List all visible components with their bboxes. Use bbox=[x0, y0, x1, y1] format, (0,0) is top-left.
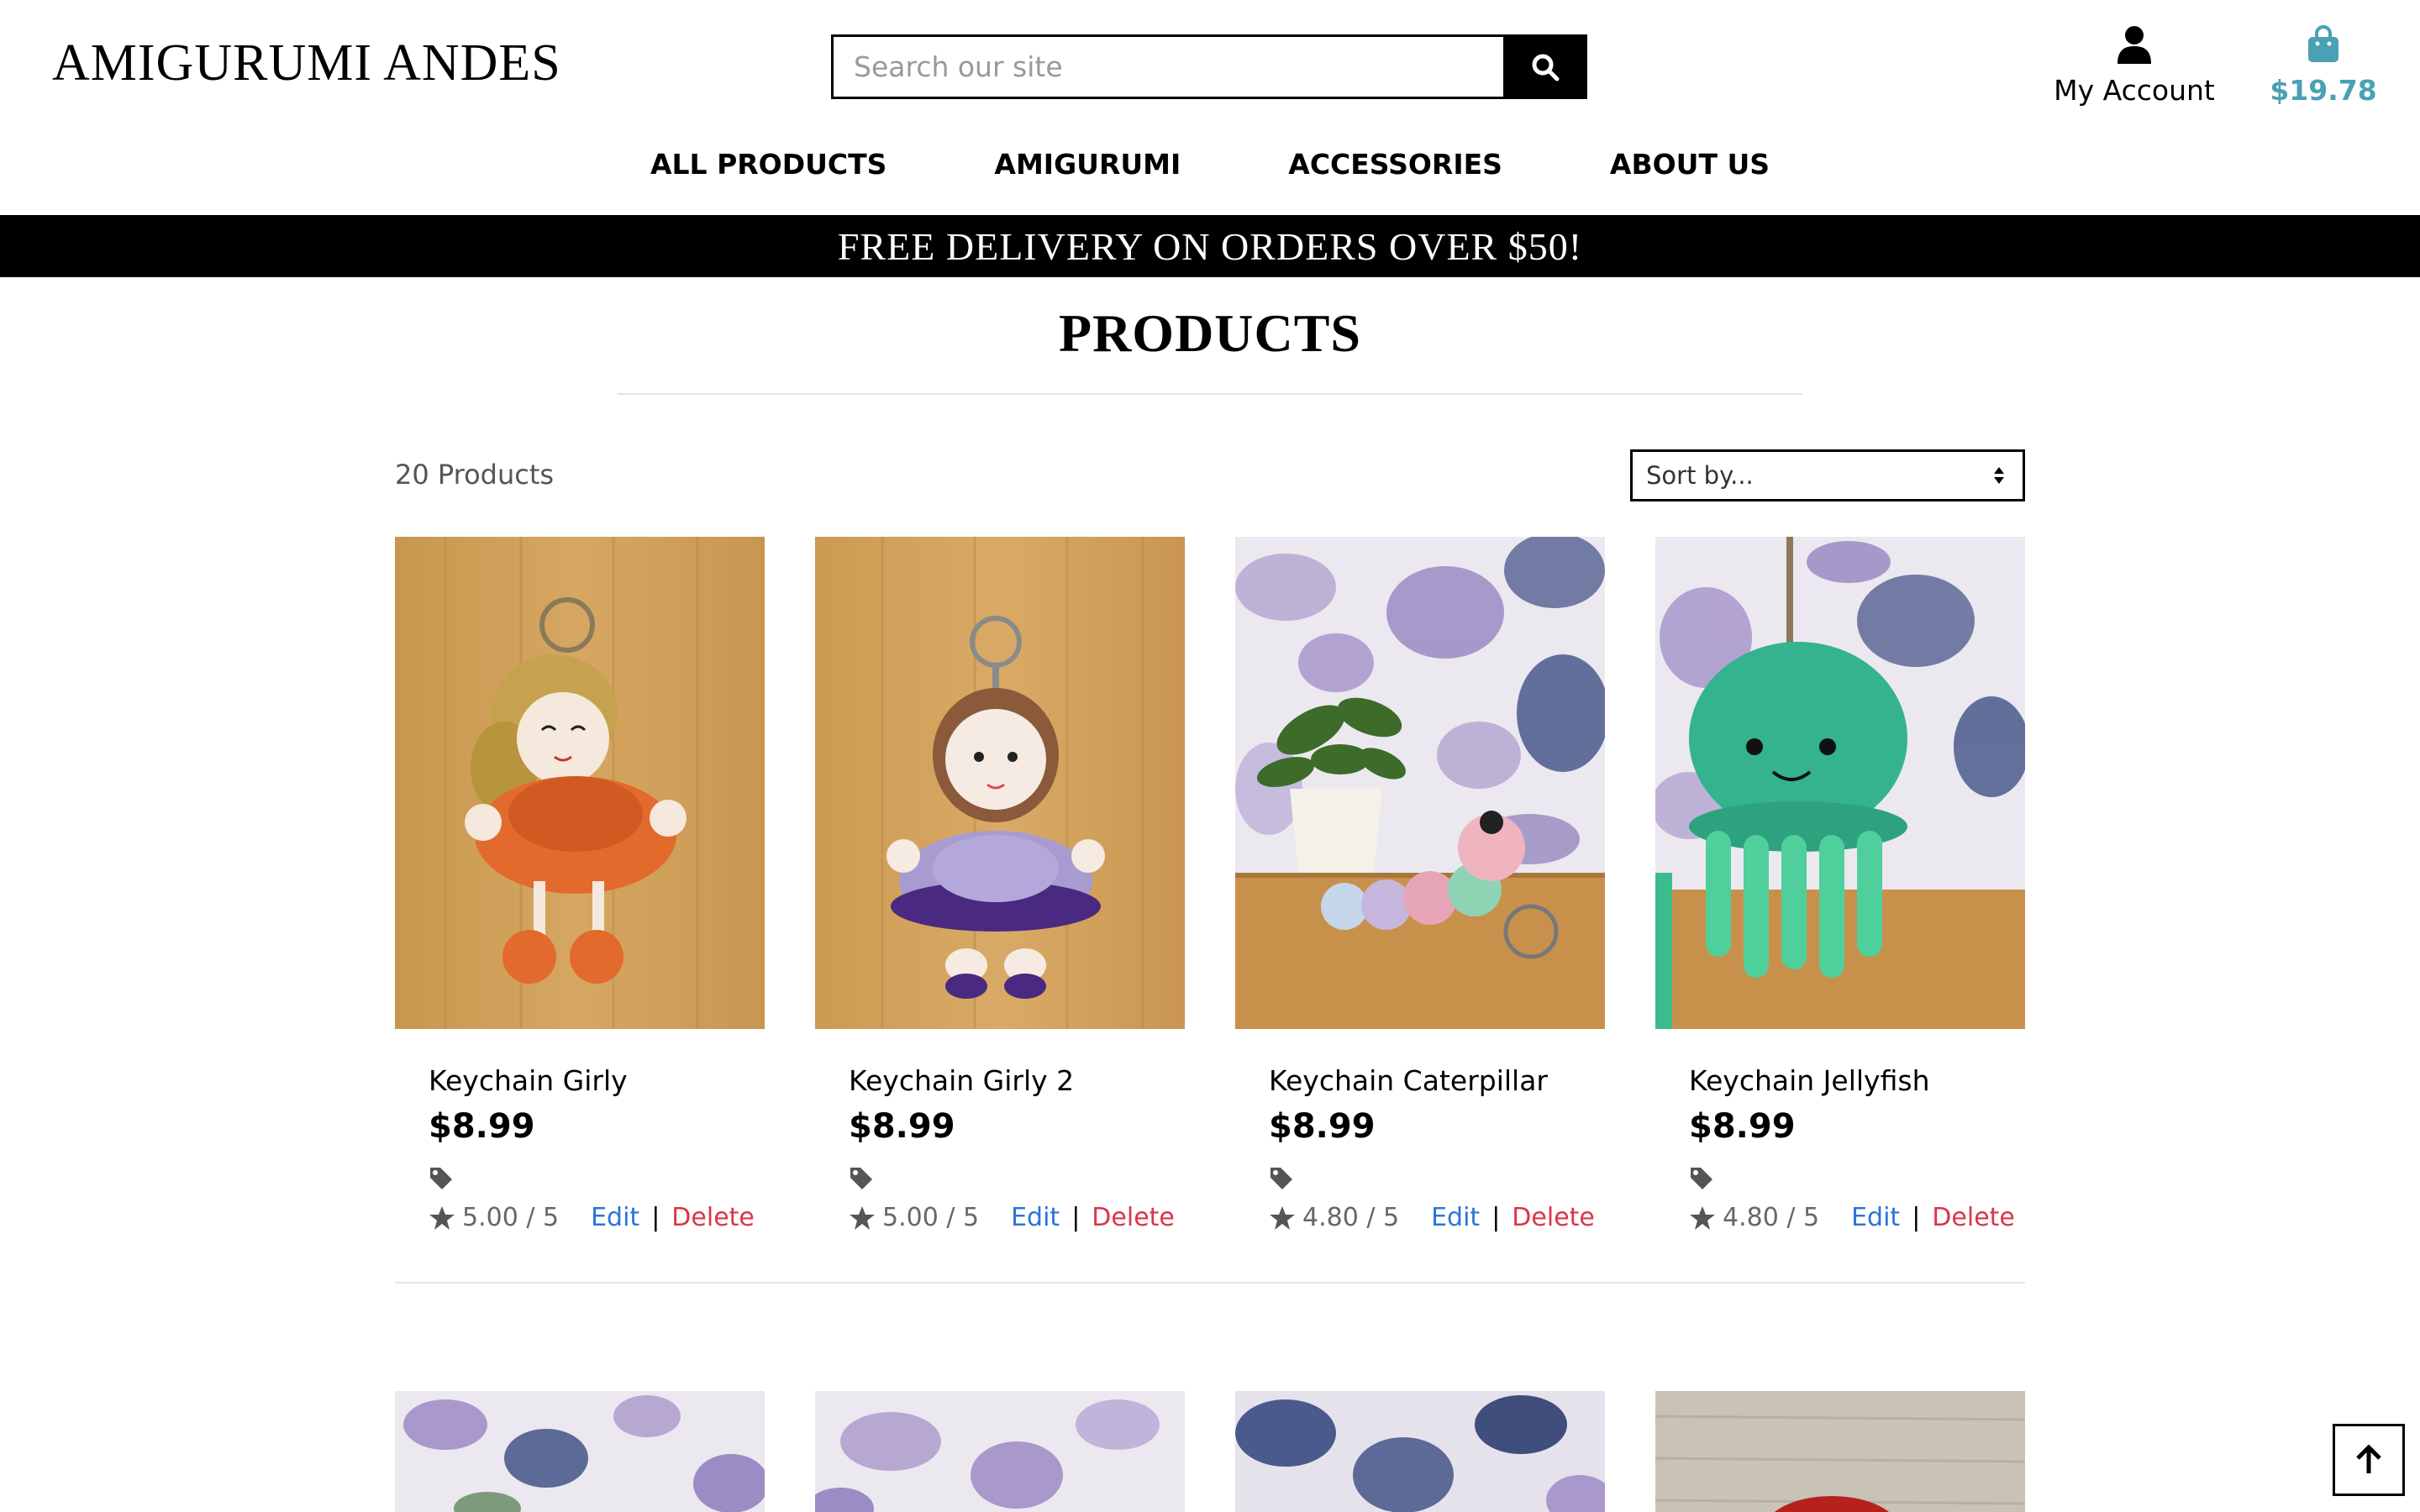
shopping-bag-icon bbox=[2308, 25, 2338, 62]
product-name[interactable]: Keychain Girly 2 bbox=[849, 1064, 1185, 1097]
product-price: $8.99 bbox=[849, 1107, 955, 1146]
product-meta: 4.80 / 5 Edit | Delete bbox=[1269, 1203, 1605, 1232]
my-account-label: My Account bbox=[2054, 74, 2215, 107]
arrow-up-icon bbox=[2356, 1445, 2381, 1473]
nav-accessories[interactable]: ACCESSORIES bbox=[1234, 148, 1556, 181]
product-image[interactable] bbox=[395, 1391, 765, 1512]
separator: | bbox=[1912, 1203, 1921, 1232]
tag-icon bbox=[429, 1166, 765, 1191]
site-logo[interactable]: AMIGURUMI ANDES bbox=[52, 34, 561, 93]
product-image[interactable] bbox=[395, 537, 765, 1029]
tag-icon bbox=[1689, 1166, 2025, 1191]
delivery-banner: FREE DELIVERY ON ORDERS OVER $50! bbox=[0, 215, 2420, 277]
star-icon bbox=[429, 1205, 455, 1230]
product-name[interactable]: Keychain Jellyfish bbox=[1689, 1064, 2025, 1097]
nav-all-products[interactable]: ALL PRODUCTS bbox=[597, 148, 940, 181]
product-card bbox=[815, 1391, 1185, 1512]
search-input[interactable] bbox=[831, 34, 1503, 99]
delete-link[interactable]: Delete bbox=[1932, 1203, 2015, 1232]
product-card bbox=[1655, 1391, 2025, 1512]
user-icon bbox=[2118, 26, 2151, 64]
nav-about-us[interactable]: ABOUT US bbox=[1556, 148, 1823, 181]
star-icon bbox=[1690, 1205, 1715, 1230]
product-rating: 5.00 / 5 bbox=[882, 1203, 980, 1232]
product-info: Keychain Jellyfish $8.99 4.80 / 5 Edit |… bbox=[1655, 1064, 2025, 1232]
back-to-top-button[interactable] bbox=[2333, 1424, 2405, 1496]
sort-arrows-icon bbox=[1994, 467, 2004, 484]
product-name[interactable]: Keychain Caterpillar bbox=[1269, 1064, 1605, 1097]
product-price: $8.99 bbox=[1689, 1107, 1796, 1146]
delete-link[interactable]: Delete bbox=[671, 1203, 755, 1232]
product-grid: Keychain Girly $8.99 5.00 / 5 Edit | Del… bbox=[395, 537, 2025, 1232]
sort-selected-value: Sort by... bbox=[1646, 461, 1754, 490]
product-info: Keychain Caterpillar $8.99 4.80 / 5 Edit… bbox=[1235, 1064, 1605, 1232]
page-title: PRODUCTS bbox=[1058, 303, 1362, 363]
product-rating: 4.80 / 5 bbox=[1723, 1203, 1820, 1232]
product-info: Keychain Girly $8.99 5.00 / 5 Edit | Del… bbox=[395, 1064, 765, 1232]
product-count: 20 Products bbox=[395, 459, 555, 491]
product-card bbox=[1235, 1391, 1605, 1512]
product-card: Keychain Girly 2 $8.99 5.00 / 5 Edit | D… bbox=[815, 537, 1185, 1232]
edit-link[interactable]: Edit bbox=[1851, 1203, 1900, 1232]
product-image[interactable] bbox=[1235, 537, 1605, 1029]
divider bbox=[618, 393, 1802, 395]
star-icon bbox=[1270, 1205, 1295, 1230]
product-image[interactable] bbox=[815, 537, 1185, 1029]
my-account-link[interactable]: My Account bbox=[2050, 25, 2218, 107]
product-price: $8.99 bbox=[1269, 1107, 1376, 1146]
bag-total: $19.78 bbox=[2270, 74, 2377, 107]
edit-link[interactable]: Edit bbox=[1431, 1203, 1480, 1232]
separator: | bbox=[651, 1203, 660, 1232]
search-button[interactable] bbox=[1503, 34, 1587, 99]
search-icon bbox=[1532, 54, 1560, 81]
product-name[interactable]: Keychain Girly bbox=[429, 1064, 765, 1097]
edit-link[interactable]: Edit bbox=[591, 1203, 639, 1232]
product-image[interactable] bbox=[1235, 1391, 1605, 1512]
separator: | bbox=[1491, 1203, 1501, 1232]
separator: | bbox=[1071, 1203, 1081, 1232]
product-rating: 4.80 / 5 bbox=[1302, 1203, 1400, 1232]
star-icon bbox=[850, 1205, 875, 1230]
product-image[interactable] bbox=[1655, 1391, 2025, 1512]
product-card: Keychain Caterpillar $8.99 4.80 / 5 Edit… bbox=[1235, 537, 1605, 1232]
product-meta: 5.00 / 5 Edit | Delete bbox=[429, 1203, 765, 1232]
product-meta: 4.80 / 5 Edit | Delete bbox=[1689, 1203, 2025, 1232]
tag-icon bbox=[849, 1166, 1185, 1191]
product-card: Keychain Girly $8.99 5.00 / 5 Edit | Del… bbox=[395, 537, 765, 1232]
product-grid-row-2 bbox=[395, 1391, 2025, 1512]
tag-icon bbox=[1269, 1166, 1605, 1191]
nav-amigurumi[interactable]: AMIGURUMI bbox=[940, 148, 1234, 181]
delete-link[interactable]: Delete bbox=[1512, 1203, 1595, 1232]
product-price: $8.99 bbox=[429, 1107, 535, 1146]
sort-select[interactable]: Sort by... bbox=[1630, 449, 2025, 501]
product-card: Keychain Jellyfish $8.99 4.80 / 5 Edit |… bbox=[1655, 537, 2025, 1232]
product-meta: 5.00 / 5 Edit | Delete bbox=[849, 1203, 1185, 1232]
edit-link[interactable]: Edit bbox=[1011, 1203, 1060, 1232]
search-form bbox=[831, 34, 1587, 99]
product-image[interactable] bbox=[1655, 537, 2025, 1029]
product-info: Keychain Girly 2 $8.99 5.00 / 5 Edit | D… bbox=[815, 1064, 1185, 1232]
divider bbox=[395, 1282, 2025, 1284]
delete-link[interactable]: Delete bbox=[1092, 1203, 1175, 1232]
product-rating: 5.00 / 5 bbox=[462, 1203, 560, 1232]
shopping-bag-link[interactable]: $19.78 bbox=[2269, 25, 2378, 107]
main-nav: ALL PRODUCTS AMIGURUMI ACCESSORIES ABOUT… bbox=[0, 148, 2420, 181]
product-card bbox=[395, 1391, 765, 1512]
product-image[interactable] bbox=[815, 1391, 1185, 1512]
